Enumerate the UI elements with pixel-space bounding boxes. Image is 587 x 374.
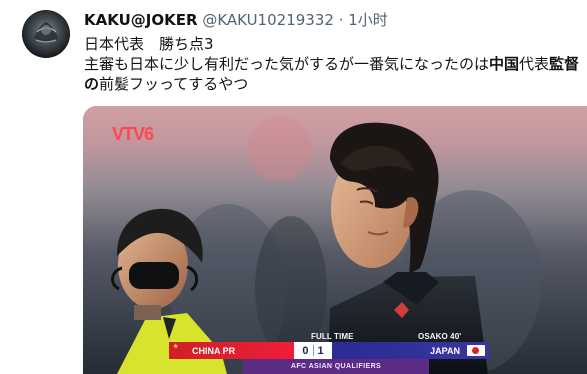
tweet-header: KAKU@JOKER @KAKU10219332 · 1小时	[84, 11, 388, 29]
tweet-line-2: 主審も日本に少し有利だった気がするが一番気になったのは中国代表監督	[84, 54, 579, 74]
display-name[interactable]: KAKU@JOKER	[84, 11, 198, 29]
broadcaster-logo: VTV6	[112, 124, 154, 145]
japan-flag-icon	[467, 345, 485, 356]
china-flag-icon	[172, 343, 184, 355]
right-team-panel: JAPAN	[332, 342, 489, 359]
tweet-line-1-text: 日本代表 勝ち点3	[84, 35, 214, 53]
competition-label: AFC ASIAN QUALIFIERS	[243, 359, 429, 374]
left-team-name: CHINA PR	[192, 345, 236, 356]
broadcaster-name: VTV	[112, 124, 145, 144]
tweet-line-3-text: 前髪フッってするやつ	[99, 75, 249, 93]
right-team-name: JAPAN	[430, 345, 460, 356]
tweet-line-2-bold-2: 監督	[549, 55, 580, 73]
avatar-image	[22, 10, 70, 58]
tweet-line-3-bold: の	[84, 75, 100, 93]
separator-dot: ·	[338, 11, 344, 29]
video-frame: VTV6 FULL TIME OSAKO 40' CHINA PR 0 1 JA…	[83, 106, 587, 374]
tweet-line-2-part-2: 代表	[519, 55, 550, 73]
other-match-info: OSAKO 40'	[418, 332, 462, 341]
tweet-line-3: の前髪フッってするやつ	[84, 74, 579, 94]
right-score: 1	[317, 344, 324, 357]
timestamp[interactable]: 1小时	[348, 11, 388, 29]
tweet-line-2-part-1: 主審も日本に少し有利だった気がするが一番気になったのは	[84, 55, 490, 73]
tweet-line-2-bold-1: 中国	[489, 55, 520, 73]
full-time-label: FULL TIME	[311, 332, 354, 341]
scoreboard: CHINA PR 0 1 JAPAN	[169, 342, 489, 359]
tweet-line-1: 日本代表 勝ち点3	[84, 34, 579, 54]
score-box: 0 1	[294, 342, 332, 359]
left-team-panel: CHINA PR	[169, 342, 294, 359]
user-handle[interactable]: @KAKU10219332	[202, 11, 334, 29]
channel-number: 6	[144, 124, 154, 144]
score-divider	[312, 345, 314, 356]
tweet-media[interactable]: VTV6 FULL TIME OSAKO 40' CHINA PR 0 1 JA…	[83, 106, 587, 374]
tweet-text: 日本代表 勝ち点3 主審も日本に少し有利だった気がするが一番気になったのは中国代…	[84, 34, 579, 94]
avatar[interactable]	[22, 10, 70, 58]
left-score: 0	[302, 344, 309, 357]
tweet-card[interactable]: KAKU@JOKER @KAKU10219332 · 1小时 日本代表 勝ち点3…	[0, 0, 587, 374]
